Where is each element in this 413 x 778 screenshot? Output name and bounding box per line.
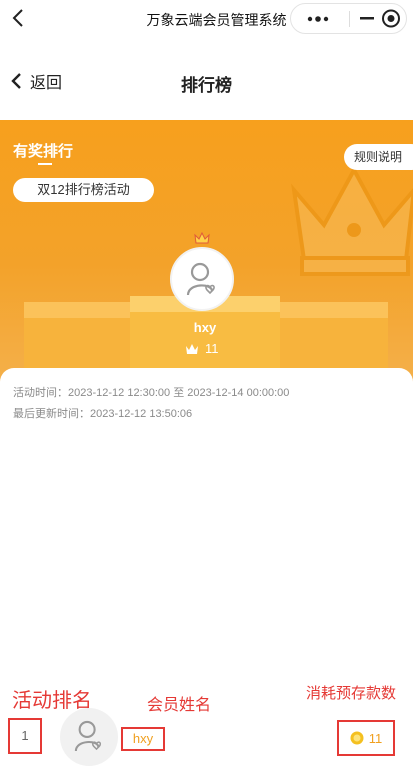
top-member-name: hxy (193, 320, 217, 335)
last-updated-time: 最后更新时间：2023-12-12 13:50:06 (13, 408, 193, 420)
top-member-score: 11 (185, 341, 219, 356)
top-member-avatar[interactable] (170, 247, 234, 311)
rules-button[interactable]: 规则说明 (344, 144, 413, 170)
target-circle-icon[interactable] (379, 4, 403, 33)
crown-icon (194, 232, 210, 244)
coin-icon (350, 731, 364, 745)
member-score-value: 11 (368, 730, 383, 746)
member-score: 11 (337, 720, 395, 756)
activity-time: 活动时间：2023-12-12 12:30:00 至 2023-12-14 00… (13, 387, 290, 399)
crown-score-icon (186, 343, 198, 354)
rank-number: 1 (8, 718, 42, 754)
ranking-banner: 有奖排行 双12排行榜活动 规则说明 hxy 11 (0, 120, 413, 382)
top-member-score-value: 11 (205, 341, 219, 356)
more-dots-icon[interactable] (301, 4, 335, 33)
member-avatar (60, 708, 118, 766)
title-underline (38, 163, 52, 165)
capsule-divider (349, 11, 350, 27)
ranking-row[interactable]: 1 hxy 11 (0, 708, 413, 772)
page-title: 排行榜 (181, 76, 232, 95)
activity-name-pill[interactable]: 双12排行榜活动 (13, 178, 154, 202)
page-nav-bar: 返回 排行榜 (0, 40, 413, 118)
menu-capsule (290, 3, 407, 34)
wechat-top-bar: 万象云端会员管理系统 (0, 0, 413, 38)
user-avatar-icon (186, 262, 215, 296)
minus-icon[interactable] (357, 4, 377, 33)
section-title: 有奖排行 (13, 143, 74, 160)
member-name: hxy (121, 727, 165, 751)
annotation-score-label: 消耗预存款数 (306, 685, 397, 702)
user-avatar-icon (74, 720, 102, 752)
